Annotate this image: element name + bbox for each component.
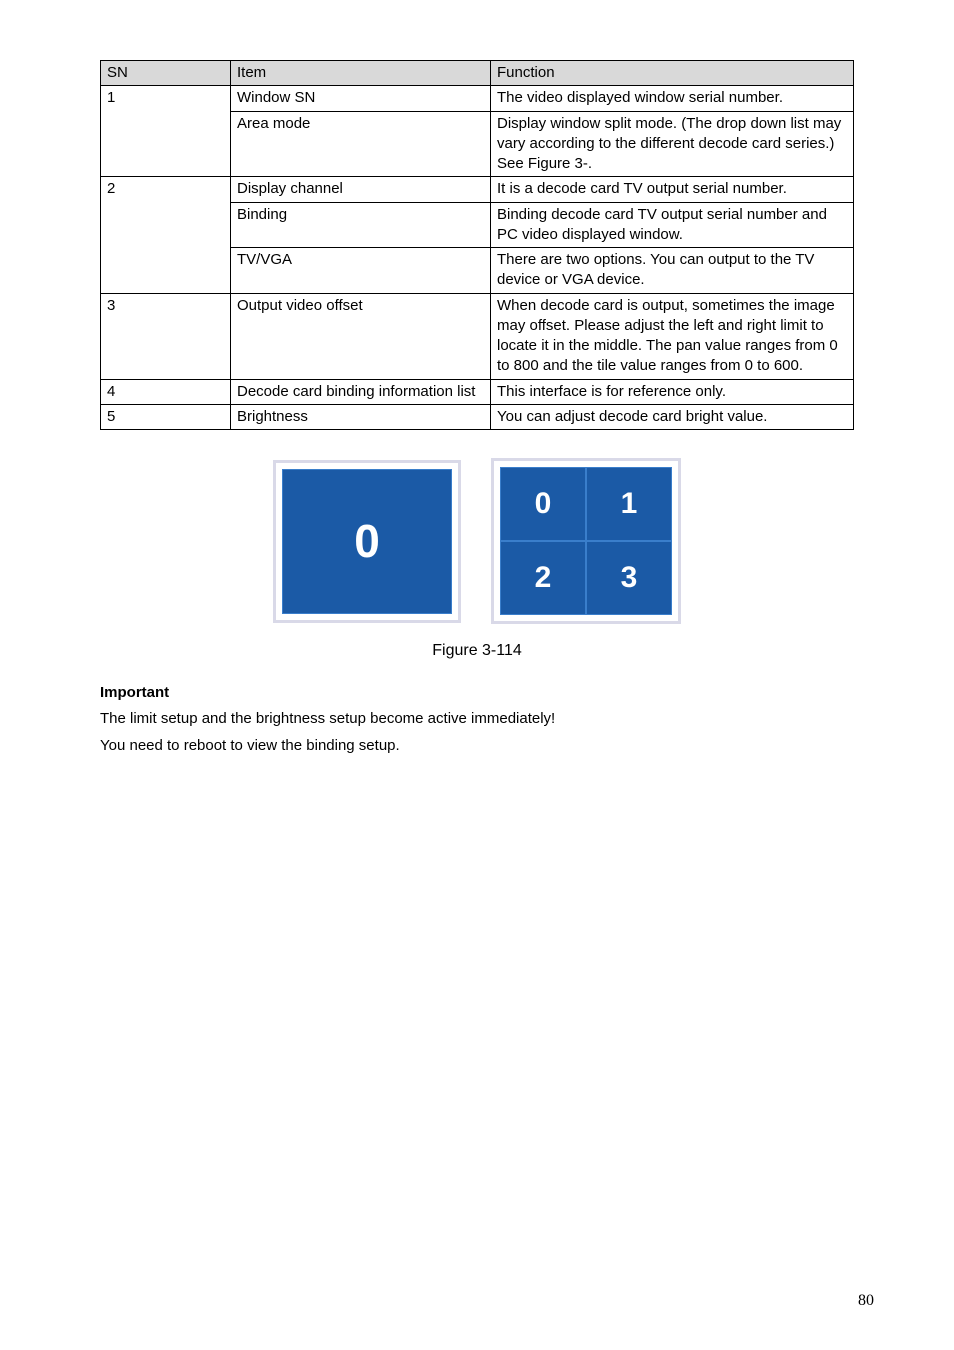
cell-sn: 1 bbox=[101, 86, 231, 177]
cell-func: This interface is for reference only. bbox=[491, 379, 854, 404]
table-row: 2 Display channel It is a decode card TV… bbox=[101, 177, 854, 202]
cell-func: You can adjust decode card bright value. bbox=[491, 404, 854, 429]
cell-sn: 3 bbox=[101, 293, 231, 379]
cell-func: The video displayed window serial number… bbox=[491, 86, 854, 111]
table-row: 4 Decode card binding information list T… bbox=[101, 379, 854, 404]
tile-1: 1 bbox=[586, 467, 672, 541]
cell-item: Display channel bbox=[231, 177, 491, 202]
table-header-row: SN Item Function bbox=[101, 61, 854, 86]
cell-func: It is a decode card TV output serial num… bbox=[491, 177, 854, 202]
cell-sn: 5 bbox=[101, 404, 231, 429]
page-content: SN Item Function 1 Window SN The video d… bbox=[0, 0, 954, 759]
cell-item: TV/VGA bbox=[231, 248, 491, 294]
cell-func: When decode card is output, sometimes th… bbox=[491, 293, 854, 379]
cell-sn: 4 bbox=[101, 379, 231, 404]
cell-item: Decode card binding information list bbox=[231, 379, 491, 404]
important-line: The limit setup and the brightness setup… bbox=[100, 705, 854, 732]
th-func: Function bbox=[491, 61, 854, 86]
split-mode-grid: 0 1 2 3 bbox=[491, 458, 681, 624]
figure-caption: Figure 3-114 bbox=[100, 642, 854, 660]
table-row: 5 Brightness You can adjust decode card … bbox=[101, 404, 854, 429]
tile-2: 2 bbox=[500, 541, 586, 615]
th-sn: SN bbox=[101, 61, 231, 86]
cell-item: Window SN bbox=[231, 86, 491, 111]
important-heading: Important bbox=[100, 684, 854, 701]
tile-3: 3 bbox=[586, 541, 672, 615]
cell-sn: 2 bbox=[101, 177, 231, 293]
cell-func: Display window split mode. (The drop dow… bbox=[491, 111, 854, 177]
figure-block: 0 0 1 2 3 Figure 3-114 bbox=[100, 458, 854, 660]
tile-0: 0 bbox=[500, 467, 586, 541]
page-number: 80 bbox=[858, 1292, 874, 1310]
cell-func: Binding decode card TV output serial num… bbox=[491, 202, 854, 248]
cell-item: Area mode bbox=[231, 111, 491, 177]
important-body: The limit setup and the brightness setup… bbox=[100, 705, 854, 759]
important-line: You need to reboot to view the binding s… bbox=[100, 732, 854, 759]
table-row: 3 Output video offset When decode card i… bbox=[101, 293, 854, 379]
important-note: Important The limit setup and the bright… bbox=[100, 684, 854, 759]
split-mode-single: 0 bbox=[273, 460, 461, 623]
th-item: Item bbox=[231, 61, 491, 86]
cell-item: Binding bbox=[231, 202, 491, 248]
spec-table: SN Item Function 1 Window SN The video d… bbox=[100, 60, 854, 430]
figure-row: 0 0 1 2 3 bbox=[273, 458, 681, 624]
cell-func: There are two options. You can output to… bbox=[491, 248, 854, 294]
table-row: 1 Window SN The video displayed window s… bbox=[101, 86, 854, 111]
tile-0: 0 bbox=[282, 469, 452, 614]
cell-item: Output video offset bbox=[231, 293, 491, 379]
cell-item: Brightness bbox=[231, 404, 491, 429]
